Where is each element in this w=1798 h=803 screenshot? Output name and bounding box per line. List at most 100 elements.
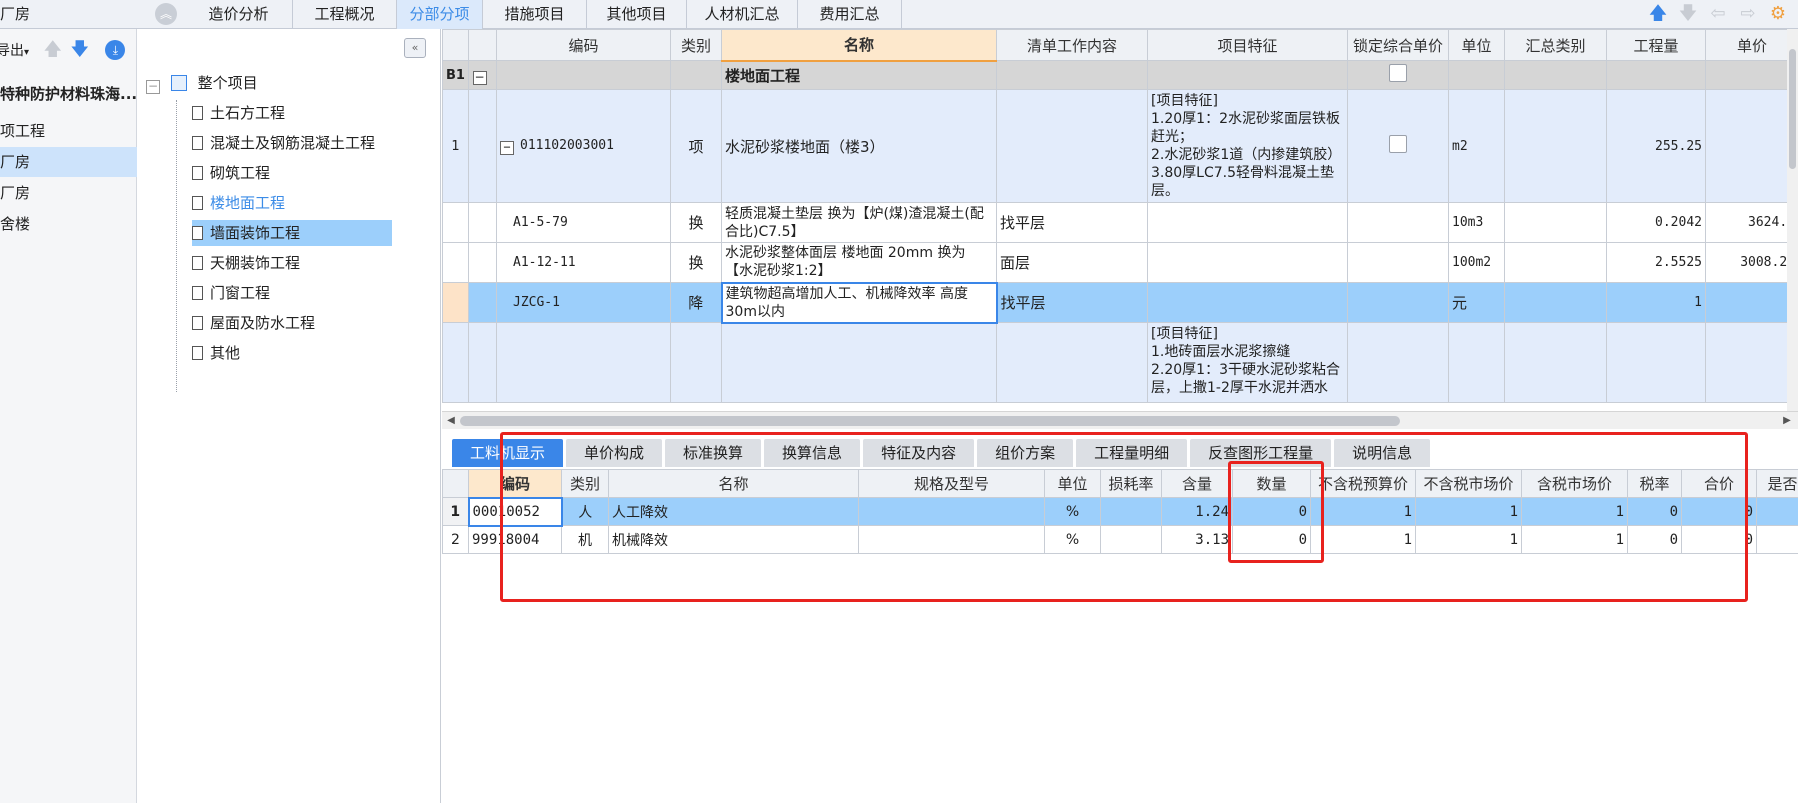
tree-item-floor[interactable]: 楼地面工程 xyxy=(192,190,436,216)
collapse-icon[interactable]: ︽ xyxy=(155,3,177,25)
download-icon[interactable]: ⤓ xyxy=(105,40,126,60)
col-name[interactable]: 名称 xyxy=(721,29,997,62)
collapse-node-icon[interactable]: − xyxy=(500,140,514,155)
resource-name[interactable]: 机械降效 xyxy=(608,525,859,554)
settings-icon[interactable]: ⚙ xyxy=(1768,3,1788,25)
col-spec[interactable]: 规格及型号 xyxy=(858,469,1045,498)
item-quantity[interactable]: 0.2042 xyxy=(1606,202,1706,243)
tab-quantity-details[interactable]: 工程量明细 xyxy=(1076,439,1188,467)
scroll-thumb[interactable] xyxy=(1789,49,1796,169)
scroll-thumb[interactable] xyxy=(460,416,1400,426)
item-work-content[interactable]: 找平层 xyxy=(996,282,1148,323)
tab-cost-analysis[interactable]: 造价分析 xyxy=(185,0,293,29)
tab-sub-items[interactable]: 分部分项 xyxy=(397,0,483,29)
col-tax-market-price[interactable]: 含税市场价 xyxy=(1521,469,1628,498)
tab-project-overview[interactable]: 工程概况 xyxy=(293,0,397,29)
horizontal-scrollbar[interactable]: ◀ ▶ xyxy=(442,411,1798,429)
col-code[interactable]: 编码 xyxy=(496,29,671,61)
tree-item-earthwork[interactable]: 土石方工程 xyxy=(192,100,436,126)
tab-features-content[interactable]: 特征及内容 xyxy=(863,439,975,467)
left-item-dorm[interactable]: 舍楼 xyxy=(0,209,137,239)
tab-conversion-info[interactable]: 换算信息 xyxy=(764,439,861,467)
table-row-group[interactable]: B1 − 楼地面工程 xyxy=(442,60,1798,90)
resource-code[interactable]: 99918004 xyxy=(468,525,562,554)
collapse-node-icon[interactable]: − xyxy=(472,71,487,85)
scroll-left-icon[interactable]: ◀ xyxy=(444,414,458,428)
table-row-selected[interactable]: 1 00010052 人 人工降效 % 1.24 0 1 1 1 0 0 xyxy=(442,496,1798,527)
left-item-plant[interactable]: 厂房 xyxy=(0,178,137,208)
tab-labor-material-summary[interactable]: 人材机汇总 xyxy=(687,0,798,29)
tree-item-other[interactable]: 其他 xyxy=(192,340,436,366)
col-code[interactable]: 编码 xyxy=(468,469,562,498)
scroll-right-icon[interactable]: ▶ xyxy=(1780,414,1794,428)
item-work-content[interactable]: 面层 xyxy=(996,242,1148,283)
resource-quantity[interactable]: 0 xyxy=(1232,525,1311,554)
table-row[interactable]: 2 99918004 机 机械降效 % 3.13 0 1 1 1 0 0 xyxy=(442,525,1798,554)
collapse-panel-icon[interactable]: « xyxy=(404,38,426,58)
tab-unit-price-composition[interactable]: 单价构成 xyxy=(566,439,663,467)
move-up-icon[interactable]: 🡅 xyxy=(1648,3,1668,25)
resource-budget-price[interactable]: 1 xyxy=(1310,525,1416,554)
resource-market-price[interactable]: 1 xyxy=(1415,525,1522,554)
tree-item-ceiling[interactable]: 天棚装饰工程 xyxy=(192,250,436,276)
move-left-icon[interactable]: ⇦ xyxy=(1708,3,1728,25)
tab-standard-conversion[interactable]: 标准换算 xyxy=(665,439,762,467)
left-item-project[interactable]: 特种防护材料珠海... xyxy=(0,79,137,109)
move-right-icon[interactable]: ⇨ xyxy=(1738,3,1758,25)
tab-graphic-quantity[interactable]: 反查图形工程量 xyxy=(1190,439,1332,467)
col-quantity[interactable]: 数量 xyxy=(1232,469,1311,498)
resource-content[interactable]: 1.24 xyxy=(1161,497,1233,526)
item-name[interactable]: 水泥砂浆整体面层 楼地面 20mm 换为【水泥砂浆1:2】 xyxy=(721,242,997,283)
col-unit[interactable]: 单位 xyxy=(1448,29,1505,61)
tree-item-masonry[interactable]: 砌筑工程 xyxy=(192,160,436,186)
resource-tax-market-price[interactable]: 1 xyxy=(1521,497,1628,526)
resource-market-price[interactable]: 1 xyxy=(1415,497,1522,526)
tree-item-roofing[interactable]: 屋面及防水工程 xyxy=(192,310,436,336)
col-market-price[interactable]: 不含税市场价 xyxy=(1415,469,1522,498)
resource-spec[interactable] xyxy=(858,497,1045,526)
col-features[interactable]: 项目特征 xyxy=(1147,29,1348,61)
resource-tax-market-price[interactable]: 1 xyxy=(1521,525,1628,554)
tab-cost-summary[interactable]: 费用汇总 xyxy=(798,0,902,29)
tab-measures[interactable]: 措施项目 xyxy=(483,0,587,29)
col-total[interactable]: 合价 xyxy=(1681,469,1757,498)
col-content[interactable]: 含量 xyxy=(1161,469,1233,498)
lock-price-checkbox[interactable] xyxy=(1389,135,1407,153)
collapse-node-icon[interactable]: − xyxy=(146,80,160,94)
table-row-selected[interactable]: JZCG-1 降 建筑物超高增加人工、机械降效率 高度30m以内 找平层 元 1… xyxy=(442,281,1798,324)
tree-item-wall-finish[interactable]: 墙面装饰工程 xyxy=(192,220,392,246)
resource-budget-price[interactable]: 1 xyxy=(1310,497,1416,526)
col-work-content[interactable]: 清单工作内容 xyxy=(996,29,1148,61)
tab-labor-material-machine[interactable]: 工料机显示 xyxy=(452,439,564,467)
item-work-content[interactable] xyxy=(996,89,1148,203)
resource-name[interactable]: 人工降效 xyxy=(608,497,859,526)
item-quantity[interactable]: 1 xyxy=(1606,282,1706,323)
move-down-icon[interactable]: 🡇 xyxy=(1678,3,1698,25)
col-type[interactable]: 类别 xyxy=(670,29,722,61)
arrow-up-icon[interactable]: 🡅 xyxy=(43,39,62,60)
table-row[interactable]: A1-12-11 换 水泥砂浆整体面层 楼地面 20mm 换为【水泥砂浆1:2】… xyxy=(442,242,1798,283)
lock-price-checkbox[interactable] xyxy=(1389,64,1407,82)
item-work-content[interactable]: 找平层 xyxy=(996,202,1148,243)
col-unit[interactable]: 单位 xyxy=(1044,469,1101,498)
col-quantity[interactable]: 工程量 xyxy=(1606,29,1706,61)
item-features[interactable]: [项目特征] 1.20厚1：2水泥砂浆面层铁板赶光； 2.水泥砂浆1道（内掺建筑… xyxy=(1147,89,1348,203)
resource-loss-rate[interactable] xyxy=(1100,525,1162,554)
tree-item-concrete[interactable]: 混凝土及钢筋混凝土工程 xyxy=(192,130,436,156)
col-budget-price[interactable]: 不含税预算价 xyxy=(1310,469,1416,498)
table-row[interactable]: A1-5-79 换 轻质混凝土垫层 换为【炉(煤)渣混凝土(配合比)C7.5】 … xyxy=(442,202,1798,243)
col-summary-type[interactable]: 汇总类别 xyxy=(1504,29,1607,61)
export-button[interactable]: 导出▾ xyxy=(0,43,29,59)
tree-item-doors-windows[interactable]: 门窗工程 xyxy=(192,280,436,306)
col-flag[interactable]: 是否 xyxy=(1756,469,1798,498)
col-type[interactable]: 类别 xyxy=(561,469,609,498)
col-loss-rate[interactable]: 损耗率 xyxy=(1100,469,1162,498)
left-item-unit-project[interactable]: 项工程 xyxy=(0,116,137,146)
resource-tax-rate[interactable]: 0 xyxy=(1627,525,1682,554)
tab-pricing-scheme[interactable]: 组价方案 xyxy=(977,439,1074,467)
col-lock-price[interactable]: 锁定综合单价 xyxy=(1347,29,1449,61)
vertical-scrollbar[interactable] xyxy=(1787,29,1798,411)
item-features[interactable]: [项目特征] 1.地砖面层水泥浆擦缝 2.20厚1：3干硬水泥砂浆粘合层，上撒1… xyxy=(1147,322,1348,403)
table-row[interactable]: [项目特征] 1.地砖面层水泥浆擦缝 2.20厚1：3干硬水泥砂浆粘合层，上撒1… xyxy=(442,322,1798,403)
item-name[interactable]: 轻质混凝土垫层 换为【炉(煤)渣混凝土(配合比)C7.5】 xyxy=(721,202,997,243)
